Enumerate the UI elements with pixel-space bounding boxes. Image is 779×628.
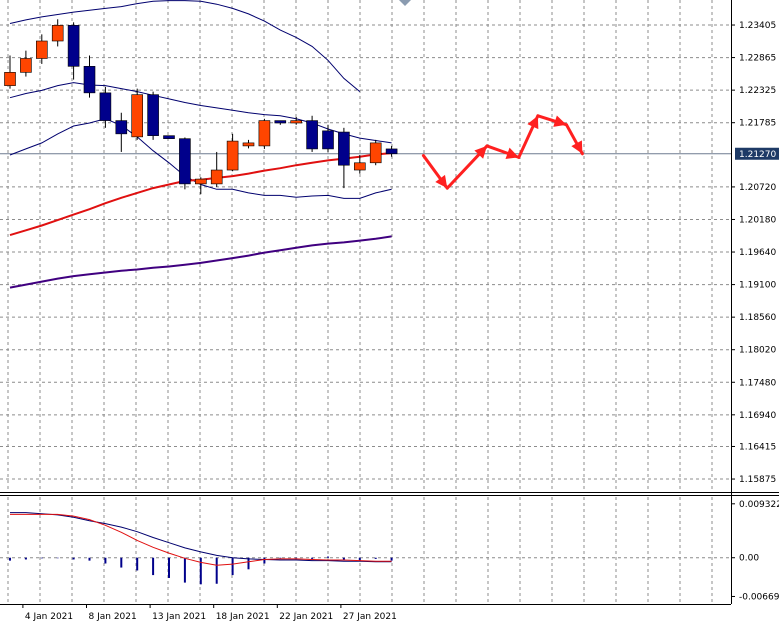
candle-body-bear [322, 130, 334, 150]
candle-body-bear [163, 135, 175, 139]
indicator-axis-label: 0.00 [739, 554, 759, 564]
candle [131, 88, 143, 140]
candle-body-bull [35, 40, 48, 59]
time-axis-label: 4 Jan 2021 [25, 612, 73, 622]
price-axis-label: 1.22325 [739, 86, 776, 96]
price-axis-label: 1.17480 [739, 378, 776, 388]
candle-body-bull [4, 72, 16, 86]
price-axis-label: 1.18560 [739, 313, 776, 323]
candle-body-bear [338, 131, 350, 166]
candle-body-bear [115, 120, 128, 135]
indicator-axis-label: 0.009322 [739, 500, 779, 510]
price-axis-label: 1.16940 [739, 411, 776, 421]
candle-body-bear [274, 120, 287, 124]
candle-body-bull [131, 94, 143, 138]
price-axis[interactable]: 1.23405 1.22865 1.22325 1.21785 1.20720 1.201… [731, 21, 779, 485]
candle-body-bull [353, 162, 366, 171]
candle [369, 139, 382, 166]
candle-body-bear [147, 94, 159, 136]
time-axis-label: 27 Jan 2021 [343, 612, 397, 622]
candle-body-bull [369, 142, 382, 164]
time-axis-label: 8 Jan 2021 [89, 612, 137, 622]
price-axis-label: 1.21785 [739, 119, 776, 129]
price-axis-label: 1.20720 [739, 183, 776, 193]
candle-body-bear [385, 148, 398, 155]
price-axis-label: 1.22865 [739, 54, 776, 64]
price-axis-label: 1.15875 [739, 475, 776, 485]
candle [306, 115, 318, 152]
candle-body-bear [67, 25, 80, 67]
candle-body-bull [51, 25, 64, 42]
trading-chart: 1.23405 1.22865 1.22325 1.21785 1.20720 1.201… [0, 0, 779, 624]
indicator-axis-label: -0.006698 [739, 592, 779, 602]
candle-body-bull [242, 142, 255, 147]
price-axis-label: 1.16415 [739, 442, 776, 452]
candle-body-bear [306, 120, 318, 150]
candle-body-bull [20, 58, 32, 73]
candle-body-bear [99, 92, 112, 121]
candle-body-bull [290, 120, 303, 124]
candle-body-bear [179, 138, 191, 185]
candle [147, 91, 159, 140]
price-axis-label: 1.19100 [739, 281, 776, 291]
time-axis-label: 13 Jan 2021 [152, 612, 206, 622]
candle [179, 137, 191, 190]
price-axis-label: 1.19640 [739, 248, 776, 258]
time-axis-label: 22 Jan 2021 [279, 612, 333, 622]
price-axis-label: 1.18020 [739, 346, 776, 356]
current-price-label: 1.21270 [739, 150, 776, 160]
time-axis-label: 18 Jan 2021 [216, 612, 270, 622]
candle-body-bull [258, 120, 271, 147]
candle [258, 118, 271, 149]
candle-body-bull [210, 169, 223, 185]
candle [163, 135, 175, 139]
price-axis-label: 1.23405 [739, 21, 776, 31]
price-axis-label: 1.20180 [739, 215, 776, 225]
candle-body-bear [83, 66, 96, 94]
chart-root: 1.23405 1.22865 1.22325 1.21785 1.20720 1.201… [0, 0, 779, 624]
candle-body-bull [195, 178, 207, 185]
candle-body-bull [226, 140, 239, 171]
